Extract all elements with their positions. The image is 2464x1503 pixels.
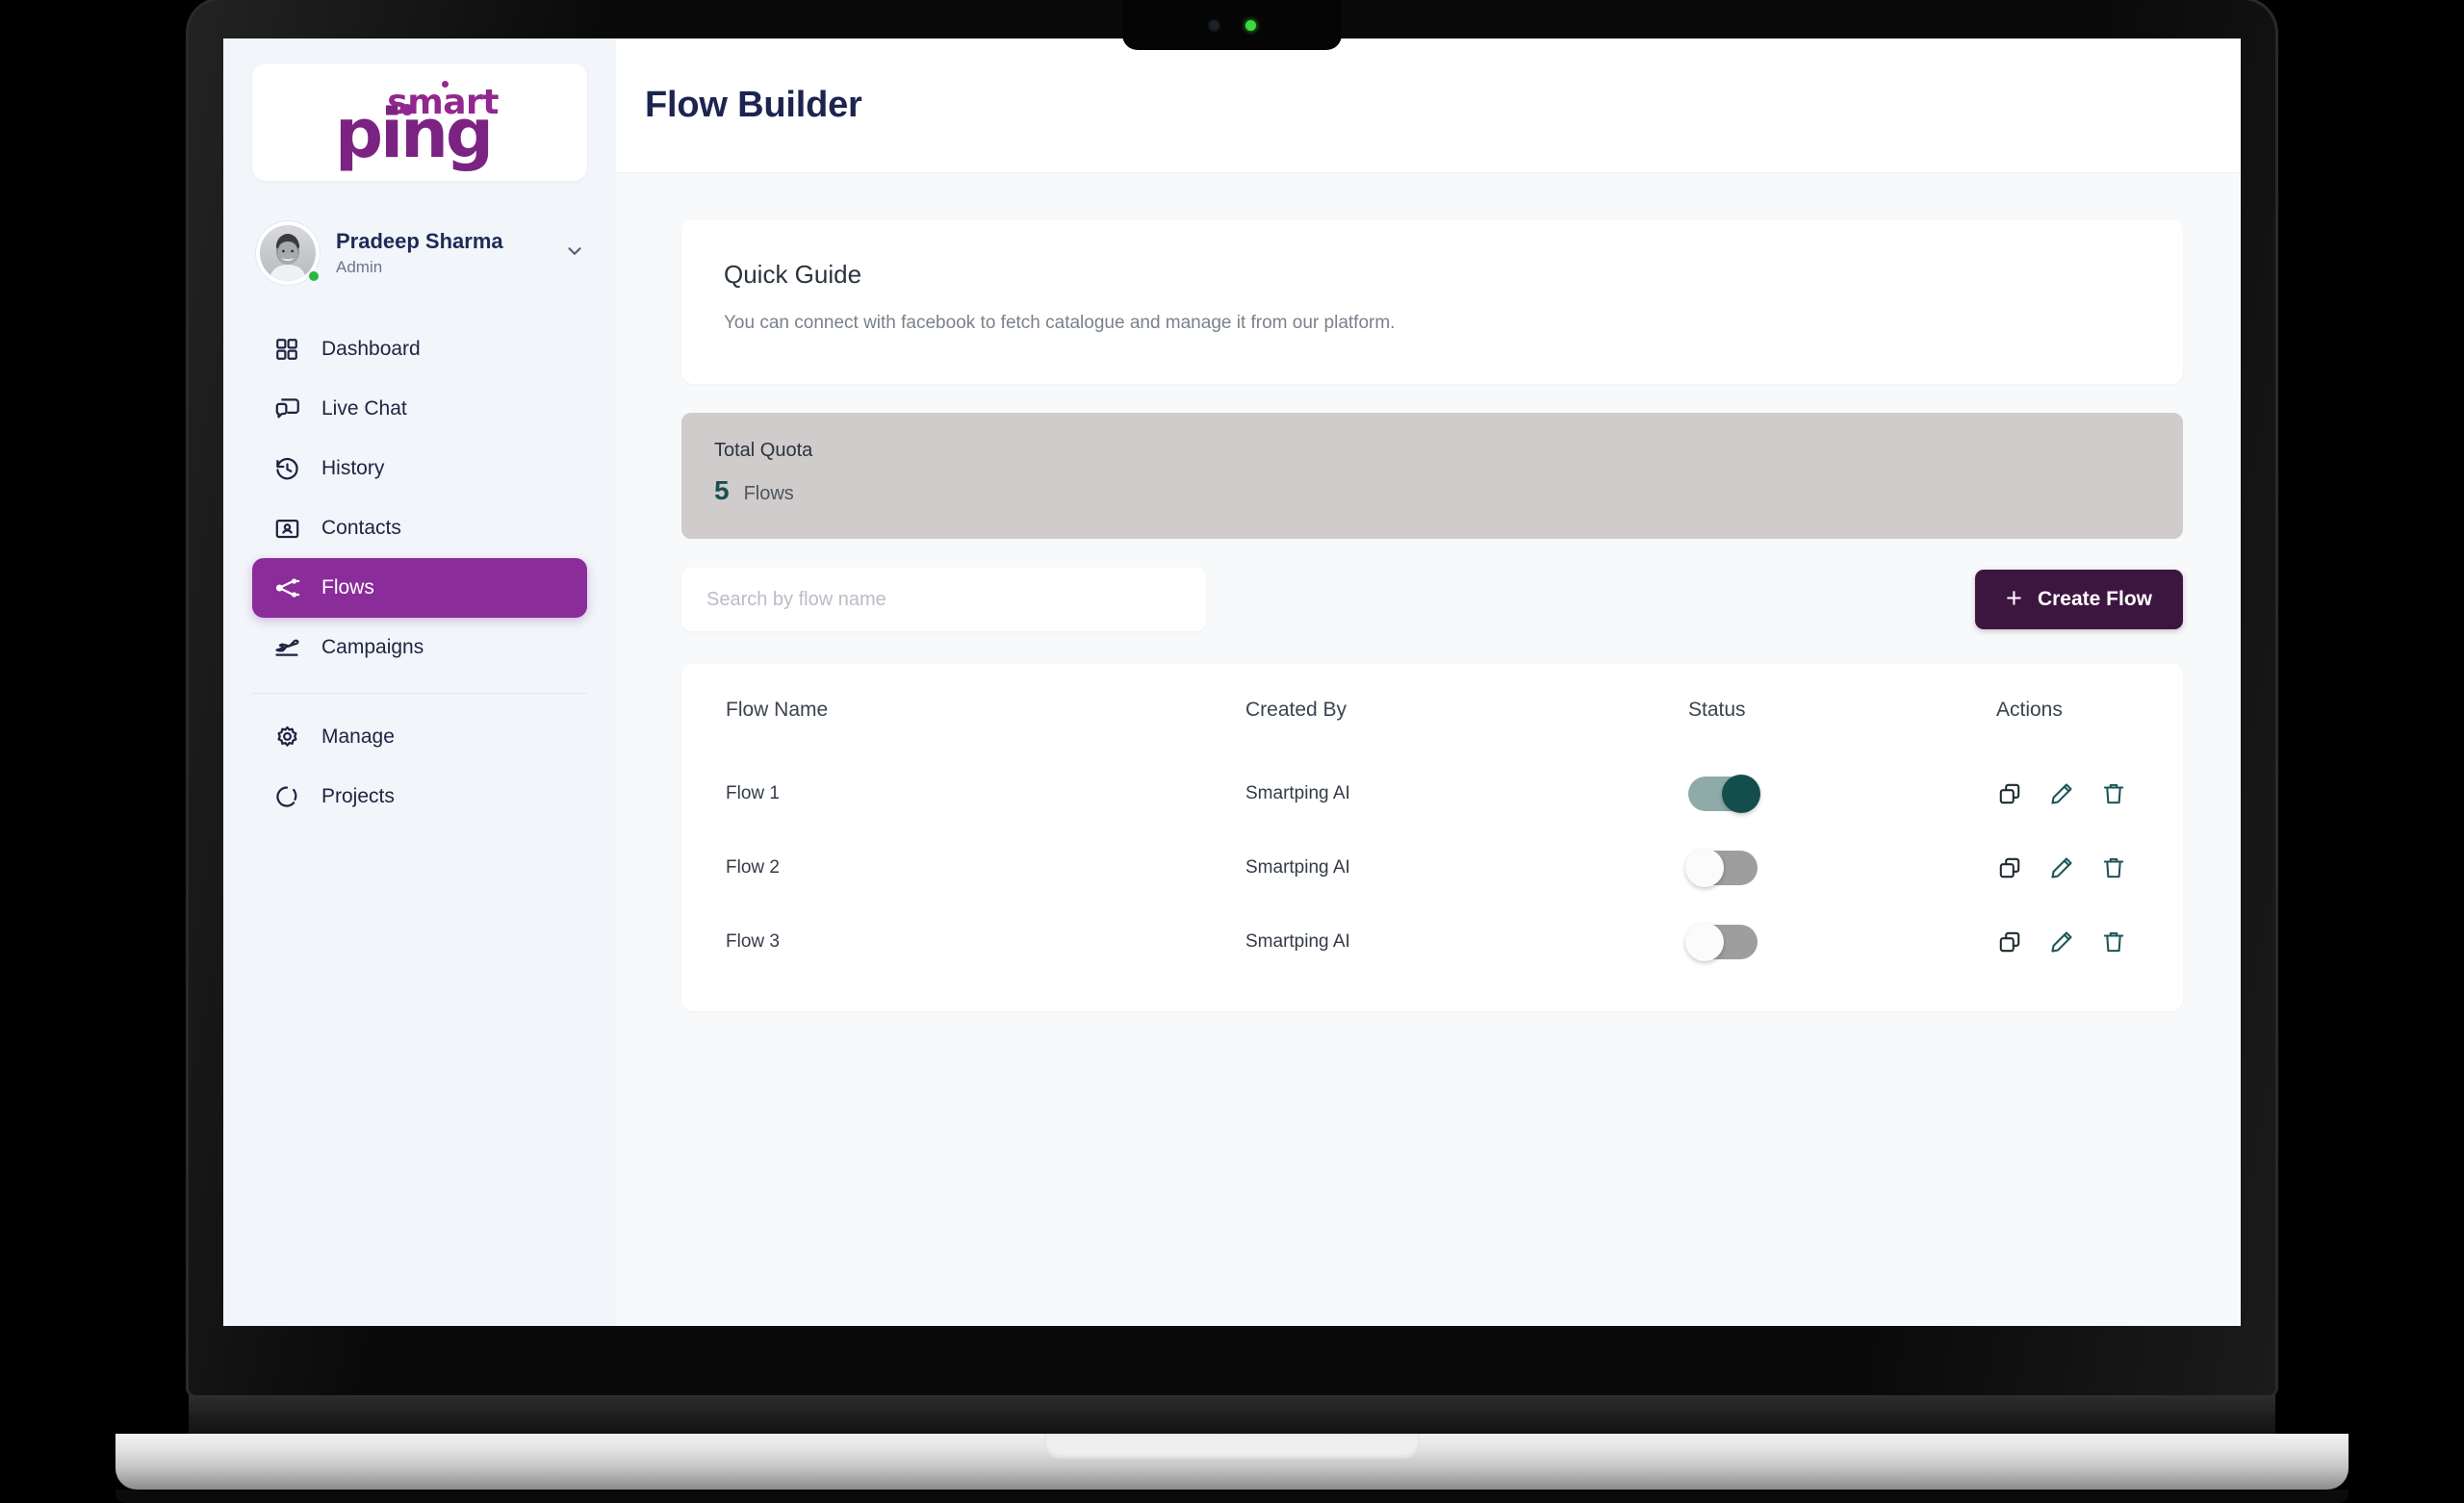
cell-created-by: Smartping AI bbox=[1245, 782, 1350, 803]
table-row: Flow 3 Smartping AI bbox=[681, 904, 2183, 979]
search-input[interactable] bbox=[681, 568, 1206, 631]
status-toggle[interactable] bbox=[1685, 922, 1758, 961]
flows-table: Flow Name Created By Status Actions Flow… bbox=[681, 664, 2183, 1011]
cell-flow-name: Flow 1 bbox=[726, 782, 780, 803]
page-header: Flow Builder bbox=[616, 38, 2241, 173]
column-header-status: Status bbox=[1688, 699, 1746, 721]
webcam-notch bbox=[1122, 0, 1342, 50]
cell-status bbox=[1685, 922, 1758, 961]
sidebar-nav: Dashboard Live Chat History Contacts Flo… bbox=[223, 319, 616, 827]
edit-icon[interactable] bbox=[2048, 780, 2075, 807]
quick-guide-card: Quick Guide You can connect with faceboo… bbox=[681, 219, 2183, 384]
paper-plane-icon bbox=[273, 634, 300, 661]
gear-icon bbox=[273, 724, 300, 751]
sidebar-item-label: Live Chat bbox=[321, 397, 407, 420]
column-header-created-by: Created By bbox=[1245, 699, 1348, 721]
table-header-row: Flow Name Created By Status Actions bbox=[681, 664, 2183, 756]
quick-guide-title: Quick Guide bbox=[724, 260, 862, 289]
profile-name: Pradeep Sharma bbox=[336, 229, 503, 254]
status-toggle[interactable] bbox=[1685, 848, 1758, 887]
cell-actions bbox=[1977, 780, 2127, 807]
sidebar-divider bbox=[252, 693, 587, 694]
edit-icon[interactable] bbox=[2048, 854, 2075, 881]
cell-status bbox=[1685, 848, 1758, 887]
sidebar-item-label: Contacts bbox=[321, 517, 401, 539]
status-toggle[interactable] bbox=[1688, 774, 1760, 813]
main-content: Flow Builder Quick Guide You can connect… bbox=[616, 38, 2241, 1326]
cell-status bbox=[1688, 774, 1760, 813]
create-flow-label: Create Flow bbox=[2037, 588, 2152, 610]
chat-bubble-icon bbox=[273, 395, 300, 422]
delete-icon[interactable] bbox=[2100, 929, 2127, 955]
logo-ping-text: ping bbox=[335, 94, 494, 173]
chevron-down-icon[interactable] bbox=[564, 241, 585, 267]
user-profile[interactable]: Pradeep Sharma Admin bbox=[256, 221, 587, 285]
quick-guide-text: You can connect with facebook to fetch c… bbox=[724, 313, 1396, 333]
sidebar-item-label: Flows bbox=[321, 576, 374, 599]
avatar bbox=[256, 221, 321, 285]
sidebar-item-dashboard[interactable]: Dashboard bbox=[252, 319, 587, 379]
edit-icon[interactable] bbox=[2048, 929, 2075, 955]
table-toolbar: + Create Flow bbox=[681, 568, 2183, 631]
logo-ping-dot bbox=[401, 104, 413, 115]
cell-created-by: Smartping AI bbox=[1245, 930, 1350, 952]
camera-led-icon bbox=[1245, 19, 1256, 31]
cell-flow-name: Flow 2 bbox=[726, 856, 780, 878]
cell-actions bbox=[1977, 929, 2127, 955]
copy-icon[interactable] bbox=[1996, 929, 2023, 955]
sidebar-item-contacts[interactable]: Contacts bbox=[252, 498, 587, 558]
app-screen: smart ping Pradeep Sharma Admin Dashboar… bbox=[223, 38, 2241, 1326]
create-flow-button[interactable]: + Create Flow bbox=[1975, 570, 2183, 629]
sidebar-item-label: History bbox=[321, 457, 385, 479]
clock-rewind-icon bbox=[273, 455, 300, 482]
content-area: Quick Guide You can connect with faceboo… bbox=[616, 173, 2241, 1326]
laptop-base-foot bbox=[116, 1490, 2348, 1503]
grid-icon bbox=[273, 336, 300, 363]
quota-label: Total Quota bbox=[714, 440, 813, 461]
sidebar: smart ping Pradeep Sharma Admin Dashboar… bbox=[223, 38, 616, 1326]
laptop-base-notch bbox=[1044, 1434, 1420, 1459]
sidebar-item-campaigns[interactable]: Campaigns bbox=[252, 618, 587, 677]
cell-flow-name: Flow 3 bbox=[726, 930, 780, 952]
plus-icon: + bbox=[2006, 582, 2022, 614]
table-row: Flow 1 Smartping AI bbox=[681, 756, 2183, 830]
sidebar-item-label: Projects bbox=[321, 785, 395, 807]
status-online-indicator bbox=[307, 269, 321, 283]
table-row: Flow 2 Smartping AI bbox=[681, 830, 2183, 904]
sidebar-item-projects[interactable]: Projects bbox=[252, 767, 587, 827]
quota-value: 5 bbox=[714, 475, 730, 505]
contact-card-icon bbox=[273, 515, 300, 542]
delete-icon[interactable] bbox=[2100, 780, 2127, 807]
screenshot-stage: smart ping Pradeep Sharma Admin Dashboar… bbox=[0, 0, 2464, 1503]
page-title: Flow Builder bbox=[645, 85, 862, 125]
copy-icon[interactable] bbox=[1996, 780, 2023, 807]
quota-unit: Flows bbox=[743, 483, 794, 504]
sidebar-item-flows[interactable]: Flows bbox=[252, 558, 587, 618]
sidebar-item-label: Manage bbox=[321, 726, 395, 748]
column-header-actions: Actions bbox=[1996, 699, 2063, 721]
delete-icon[interactable] bbox=[2100, 854, 2127, 881]
sidebar-item-live-chat[interactable]: Live Chat bbox=[252, 379, 587, 439]
sidebar-item-label: Dashboard bbox=[321, 338, 421, 360]
copy-icon[interactable] bbox=[1996, 854, 2023, 881]
brand-logo[interactable]: smart ping bbox=[252, 64, 587, 181]
sidebar-item-label: Campaigns bbox=[321, 636, 424, 658]
laptop-hinge bbox=[189, 1395, 2275, 1434]
sidebar-item-manage[interactable]: Manage bbox=[252, 707, 587, 767]
column-header-flow-name: Flow Name bbox=[726, 699, 829, 721]
cell-created-by: Smartping AI bbox=[1245, 856, 1350, 878]
sidebar-item-history[interactable]: History bbox=[252, 439, 587, 498]
profile-role: Admin bbox=[336, 257, 383, 276]
camera-icon bbox=[1208, 18, 1220, 32]
circle-dashed-icon bbox=[273, 783, 300, 810]
flow-nodes-icon bbox=[273, 574, 300, 601]
cell-actions bbox=[1977, 854, 2127, 881]
total-quota-banner: Total Quota 5 Flows bbox=[681, 413, 2183, 539]
